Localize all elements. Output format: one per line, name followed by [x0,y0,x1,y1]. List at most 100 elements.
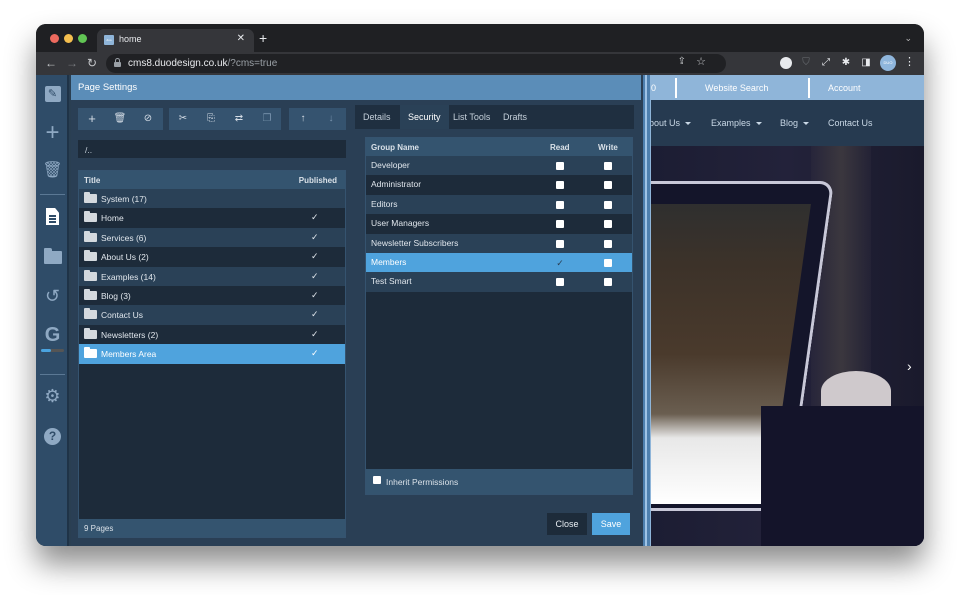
back-arrow-icon[interactable]: ← [45,55,57,71]
nav-about-us[interactable]: bout Us [651,118,692,128]
page-row[interactable]: Home ✓ [79,208,345,228]
permission-row[interactable]: User Managers [366,214,632,234]
slider-next-icon[interactable]: › [907,358,912,374]
sidebar-item-help[interactable]: ? [36,426,69,446]
shield-extension-icon[interactable]: ⛉ [800,57,812,69]
tab-details[interactable]: Details [355,105,399,129]
inherit-permissions-checkbox[interactable] [373,476,381,484]
panel-resize-handle[interactable] [641,75,651,546]
close-window-button[interactable] [50,34,59,43]
published-check: ✓ [311,212,319,223]
sidepanel-icon[interactable]: ◨ [860,57,872,69]
topbar-item-partial[interactable]: 0 [651,83,656,93]
permission-row[interactable]: Newsletter Subscribers [366,233,632,253]
tab-drafts[interactable]: Drafts [495,105,535,129]
close-tab-icon[interactable]: ✕ [237,33,245,44]
permission-row[interactable]: Test Smart [366,272,632,292]
write-checkbox[interactable] [604,220,612,229]
delete-page-button[interactable]: 🗑 [110,111,130,127]
published-check: ✓ [311,251,319,262]
write-checkbox[interactable] [604,239,612,248]
read-checkbox[interactable] [556,278,564,287]
write-checkbox[interactable] [604,162,612,170]
page-row[interactable]: Contact Us ✓ [79,305,345,325]
page-row[interactable]: Newsletters (2) ✓ [79,324,345,345]
page-row[interactable]: Services (6) ✓ [79,227,345,248]
tab-security[interactable]: Security [400,105,449,129]
nav-contact-us[interactable]: Contact Us [828,118,873,128]
page-row[interactable]: System (17) [79,189,345,209]
paste-button[interactable]: ❐ [257,111,277,127]
published-check: ✓ [311,309,319,320]
expand-icon[interactable]: ⤢ [820,57,832,69]
folder-icon [43,248,62,264]
sidebar-item-add[interactable]: + [36,121,69,145]
page-row[interactable]: Blog (3) ✓ [79,286,345,306]
copy-button[interactable]: ⎘ [201,111,221,127]
sidebar-item-history[interactable]: ↺ [36,286,69,306]
permission-row[interactable]: Members ✓ [366,253,632,273]
pages-count: 9 Pages [79,519,345,537]
website-preview: 0 Website Search Account bout Us Example… [651,75,924,546]
history-icon: ↺ [44,286,61,306]
forward-arrow-icon[interactable]: → [66,55,78,71]
save-button[interactable]: Save [592,513,630,535]
tab-search-chevron-icon[interactable]: ⌄ [904,33,912,44]
minimize-window-button[interactable] [64,34,73,43]
page-row[interactable]: Members Area ✓ [79,344,345,364]
circle-extension-icon[interactable] [780,57,792,69]
new-tab-button[interactable]: + [259,31,267,45]
write-checkbox[interactable] [604,181,612,190]
account-link[interactable]: Account [828,83,861,93]
favicon-icon: duo [104,35,114,45]
nav-blog[interactable]: Blog [780,118,810,128]
permission-row[interactable]: Administrator [366,175,632,195]
dialog-header: Page Settings [71,75,641,100]
star-icon[interactable]: ☆ [696,55,706,68]
close-button[interactable]: Close [547,513,587,535]
share-icon[interactable]: ⇪ [678,56,686,67]
sidebar-item-files[interactable] [36,247,69,270]
tab-list-tools[interactable]: List Tools [445,105,498,129]
website-search-link[interactable]: Website Search [705,83,768,93]
sidebar-item-google[interactable]: G [36,325,69,345]
nav-examples[interactable]: Examples [711,118,762,128]
maximize-window-button[interactable] [78,34,87,43]
read-checkbox[interactable] [556,220,564,229]
read-checkbox[interactable] [556,181,564,190]
move-down-button[interactable]: ↓ [321,111,341,127]
permission-row[interactable]: Editors [366,194,632,215]
address-bar[interactable]: cms8.duodesign.co.uk/?cms=true ⇪ ☆ [106,54,726,73]
read-checkbox[interactable] [556,200,564,209]
swap-button[interactable]: ⇄ [229,111,249,127]
url-text[interactable]: cms8.duodesign.co.uk/?cms=true [128,58,277,69]
write-checkbox[interactable] [604,200,612,209]
puzzle-icon[interactable]: ✱ [840,57,852,69]
hide-page-button[interactable]: ⊘ [138,111,158,127]
read-checkbox[interactable] [556,162,564,170]
cms-sidebar: ✎ + 🗑 ↺ G ⚙ ? [36,75,69,546]
permission-row[interactable]: Developer [366,156,632,176]
group-name: Developer [371,160,410,170]
website-nav: bout Us Examples Blog Contact Us [651,100,924,146]
browser-tab[interactable]: duo home ✕ [97,29,254,52]
sidebar-item-delete[interactable]: 🗑 [36,161,69,181]
cut-button[interactable]: ✂ [173,111,193,127]
page-row[interactable]: About Us (2) ✓ [79,247,345,267]
document-icon [46,208,59,225]
read-checkbox[interactable] [556,239,564,248]
sidebar-item-settings[interactable]: ⚙ [36,386,69,406]
page-row[interactable]: Examples (14) ✓ [79,266,345,286]
reload-icon[interactable]: ↻ [87,55,97,71]
read-checkbox[interactable]: ✓ [556,259,564,268]
profile-avatar[interactable]: DUO [880,55,896,71]
kebab-menu-icon[interactable]: ⋮ [904,55,915,68]
path-breadcrumb[interactable]: /.. [78,140,346,158]
write-checkbox[interactable] [604,278,612,287]
move-up-button[interactable]: ↑ [293,111,313,127]
add-page-button[interactable]: + [82,111,102,127]
write-checkbox[interactable] [604,259,612,267]
sidebar-item-pages[interactable] [36,208,69,231]
pages-table: Title Published System (17) Home ✓ Services… [78,170,346,538]
sidebar-item-edit[interactable]: ✎ [36,83,69,103]
